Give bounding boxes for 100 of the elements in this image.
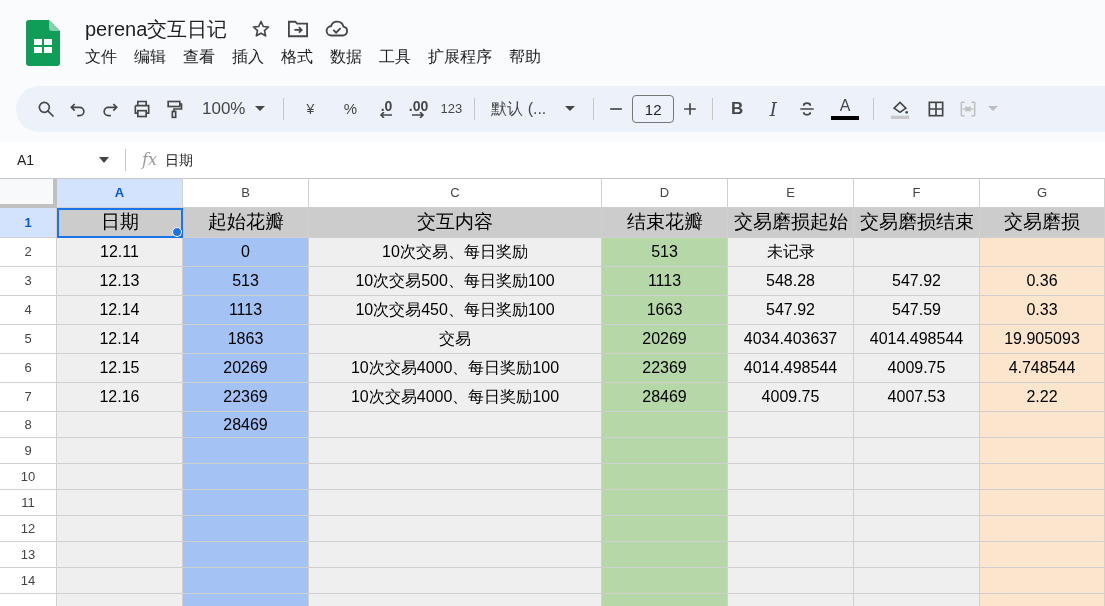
column-header[interactable]: G	[980, 179, 1105, 208]
row-header[interactable]: 2	[0, 238, 57, 267]
table-cell[interactable]: 4.748544	[980, 354, 1105, 383]
table-cell[interactable]: 10次交易450、每日奖励100	[309, 296, 602, 325]
table-cell[interactable]	[602, 464, 728, 490]
table-cell[interactable]: 12.15	[57, 354, 183, 383]
row-header[interactable]: 11	[0, 490, 57, 516]
table-cell[interactable]	[854, 490, 980, 516]
column-header[interactable]: C	[309, 179, 602, 208]
table-cell[interactable]	[57, 516, 183, 542]
menu-item[interactable]: 格式	[272, 45, 321, 69]
table-cell[interactable]: 547.92	[854, 267, 980, 296]
table-cell[interactable]: 1863	[183, 325, 309, 354]
table-cell[interactable]: 12.13	[57, 267, 183, 296]
table-cell[interactable]	[728, 438, 854, 464]
text-color-button[interactable]: A	[825, 93, 866, 125]
table-cell[interactable]: 4009.75	[854, 354, 980, 383]
table-cell[interactable]	[854, 464, 980, 490]
table-cell[interactable]: 28469	[602, 383, 728, 412]
column-header[interactable]: D	[602, 179, 728, 208]
column-header[interactable]: E	[728, 179, 854, 208]
table-cell[interactable]	[183, 542, 309, 568]
table-cell[interactable]: 12.14	[57, 325, 183, 354]
table-cell[interactable]	[602, 490, 728, 516]
table-cell[interactable]	[183, 516, 309, 542]
table-cell[interactable]	[309, 594, 602, 606]
table-cell[interactable]	[980, 542, 1105, 568]
table-cell[interactable]	[728, 464, 854, 490]
table-cell[interactable]: 548.28	[728, 267, 854, 296]
select-all-corner[interactable]	[0, 179, 57, 208]
row-header[interactable]: 13	[0, 542, 57, 568]
table-cell[interactable]	[309, 542, 602, 568]
row-header[interactable]: 14	[0, 568, 57, 594]
row-header[interactable]: 5	[0, 325, 57, 354]
table-cell[interactable]	[309, 568, 602, 594]
table-cell[interactable]: 12.16	[57, 383, 183, 412]
row-header[interactable]: 9	[0, 438, 57, 464]
formula-field[interactable]: 日期	[164, 149, 193, 171]
table-cell[interactable]: 10次交易4000、每日奖励100	[309, 383, 602, 412]
table-cell[interactable]	[57, 490, 183, 516]
table-cell[interactable]: 未记录	[728, 238, 854, 267]
row-header[interactable]: 6	[0, 354, 57, 383]
table-cell[interactable]	[980, 464, 1105, 490]
cloud-check-icon[interactable]	[325, 19, 350, 39]
table-cell[interactable]: 1113	[602, 267, 728, 296]
row-header[interactable]: 3	[0, 267, 57, 296]
menu-item[interactable]: 查看	[174, 45, 223, 69]
table-cell[interactable]: 20269	[602, 325, 728, 354]
table-cell[interactable]	[602, 516, 728, 542]
table-cell[interactable]	[57, 568, 183, 594]
menu-item[interactable]: 数据	[321, 45, 370, 69]
table-cell[interactable]: 19.905093	[980, 325, 1105, 354]
zoom-dropdown[interactable]: 100%	[190, 93, 252, 125]
table-cell[interactable]: 547.92	[728, 296, 854, 325]
table-cell[interactable]: 10次交易500、每日奖励100	[309, 267, 602, 296]
table-cell[interactable]	[309, 516, 602, 542]
table-cell[interactable]: 513	[602, 238, 728, 267]
table-cell[interactable]: 4014.498544	[728, 354, 854, 383]
table-cell[interactable]	[728, 542, 854, 568]
table-cell[interactable]	[854, 594, 980, 606]
table-cell[interactable]	[728, 412, 854, 438]
table-cell[interactable]	[57, 594, 183, 606]
table-cell[interactable]: 交互内容	[309, 208, 602, 238]
table-cell[interactable]: 513	[183, 267, 309, 296]
currency-button[interactable]: ¥	[294, 93, 327, 125]
table-cell[interactable]	[854, 438, 980, 464]
table-cell[interactable]	[57, 438, 183, 464]
caret-icon[interactable]	[99, 157, 109, 163]
italic-button[interactable]: I	[757, 93, 790, 125]
table-cell[interactable]	[183, 594, 309, 606]
row-header[interactable]: 7	[0, 383, 57, 412]
table-cell[interactable]	[854, 238, 980, 267]
table-cell[interactable]	[728, 490, 854, 516]
column-header[interactable]: F	[854, 179, 980, 208]
document-title[interactable]: perena交互日记	[85, 16, 228, 42]
table-cell[interactable]	[980, 516, 1105, 542]
table-cell[interactable]	[183, 568, 309, 594]
table-cell[interactable]	[309, 464, 602, 490]
table-cell[interactable]: 4007.53	[854, 383, 980, 412]
table-cell[interactable]	[980, 490, 1105, 516]
fill-handle[interactable]	[172, 227, 182, 237]
table-cell[interactable]	[57, 464, 183, 490]
menu-item[interactable]: 文件	[76, 45, 125, 69]
table-cell[interactable]: 2.22	[980, 383, 1105, 412]
table-cell[interactable]	[309, 490, 602, 516]
table-cell[interactable]: 1113	[183, 296, 309, 325]
cell-reference-field[interactable]: A1	[17, 149, 99, 171]
table-cell[interactable]	[854, 568, 980, 594]
table-cell[interactable]: 20269	[183, 354, 309, 383]
table-cell[interactable]	[309, 412, 602, 438]
table-cell[interactable]: 4034.403637	[728, 325, 854, 354]
row-header[interactable]: 8	[0, 412, 57, 438]
menu-item[interactable]: 编辑	[125, 45, 174, 69]
table-cell[interactable]	[183, 464, 309, 490]
table-cell[interactable]: 547.59	[854, 296, 980, 325]
table-cell[interactable]: 28469	[183, 412, 309, 438]
decrease-decimals-button[interactable]: .0	[370, 93, 403, 125]
table-cell[interactable]: 4014.498544	[854, 325, 980, 354]
table-cell[interactable]: 1663	[602, 296, 728, 325]
table-cell[interactable]: 结束花瓣	[602, 208, 728, 238]
